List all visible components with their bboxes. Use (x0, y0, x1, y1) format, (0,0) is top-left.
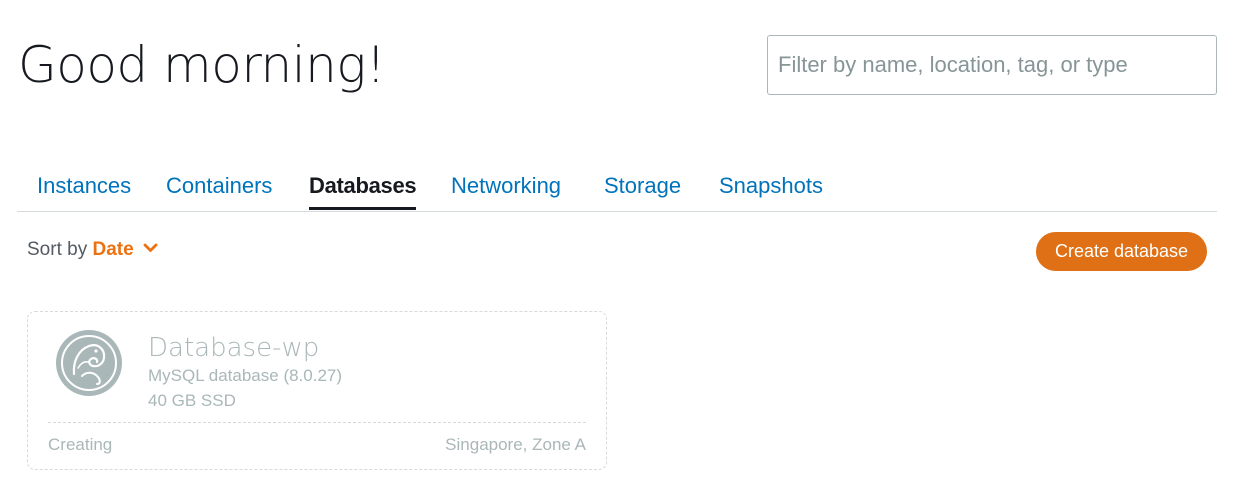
filter-search-input[interactable] (767, 35, 1217, 95)
database-name[interactable]: Database-wp (148, 332, 319, 364)
database-status: Creating (48, 435, 113, 454)
chevron-down-icon (143, 236, 158, 260)
tab-storage[interactable]: Storage (604, 172, 681, 200)
page-title: Good morning! (18, 36, 386, 94)
sort-by-label: Sort by (27, 239, 88, 260)
tab-containers[interactable]: Containers (166, 172, 272, 200)
mysql-dolphin-icon (54, 328, 124, 398)
tab-networking[interactable]: Networking (451, 172, 561, 200)
create-database-button[interactable]: Create database (1036, 232, 1207, 271)
sort-by-value: Date (92, 239, 134, 260)
resource-tabs: Instances Containers Databases Networkin… (17, 160, 1217, 212)
tab-databases[interactable]: Databases (309, 172, 417, 210)
database-engine: MySQL database (8.0.27) (148, 366, 343, 385)
database-card[interactable]: Database-wp MySQL database (8.0.27) 40 G… (27, 311, 607, 470)
database-location: Singapore, Zone A (445, 435, 586, 454)
tab-snapshots[interactable]: Snapshots (719, 172, 823, 200)
database-storage: 40 GB SSD (148, 391, 236, 410)
tab-instances[interactable]: Instances (37, 172, 131, 200)
card-divider (48, 422, 586, 423)
sort-by-dropdown[interactable]: Sort by Date (27, 238, 158, 262)
